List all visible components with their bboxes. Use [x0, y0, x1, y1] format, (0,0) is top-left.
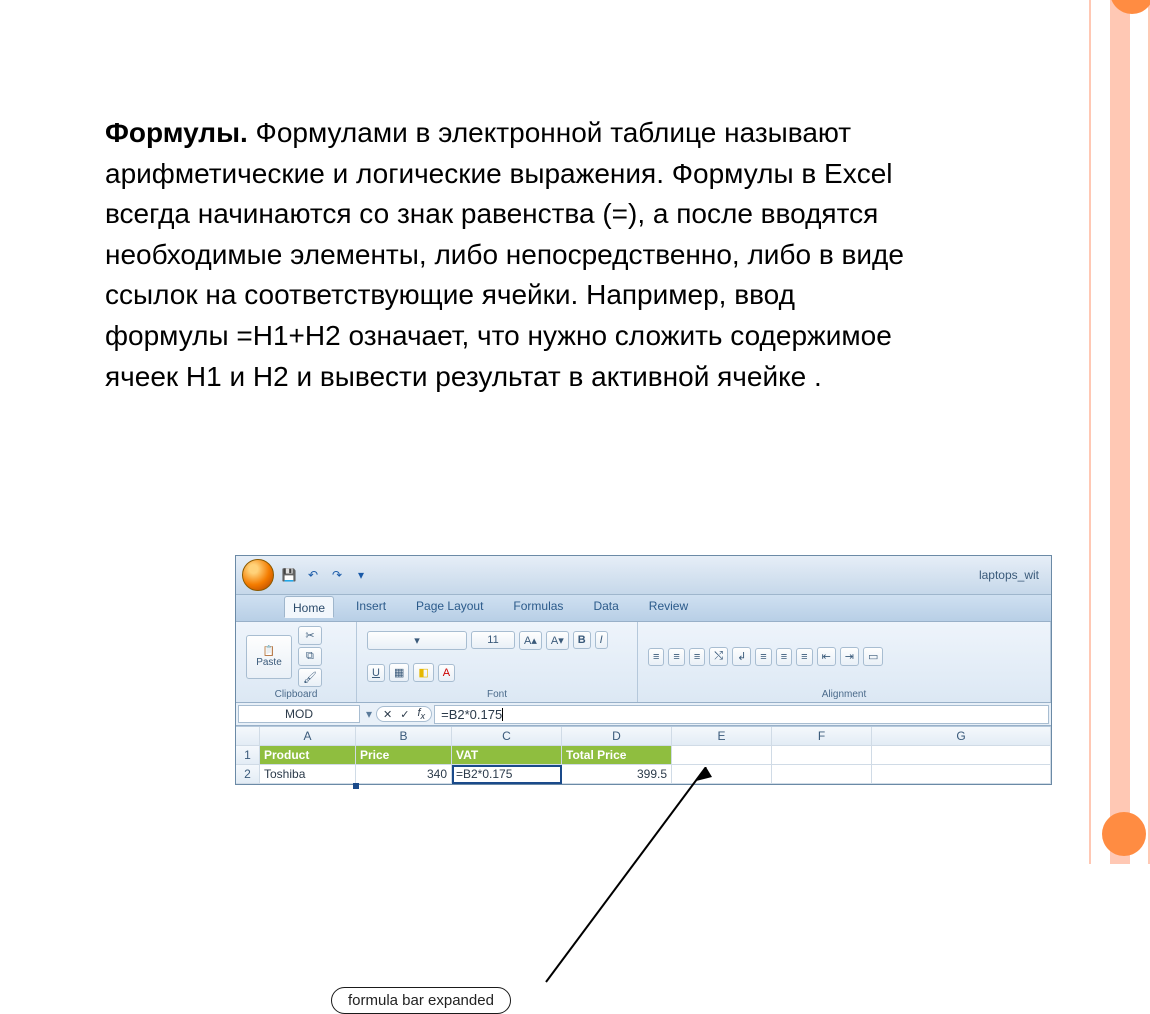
namebox-dropdown-icon[interactable]: ▾: [362, 707, 376, 721]
border-icon[interactable]: ▦: [389, 663, 409, 682]
col-D[interactable]: D: [562, 727, 672, 746]
callout-arrow: [536, 767, 836, 997]
alignment-label: Alignment: [648, 689, 1040, 700]
tab-insert[interactable]: Insert: [348, 595, 394, 617]
cell-F2[interactable]: [772, 765, 872, 784]
bold-icon[interactable]: B: [573, 631, 591, 649]
fx-icon[interactable]: fx: [417, 707, 425, 721]
cell-D2[interactable]: 399.5: [562, 765, 672, 784]
font-color-icon[interactable]: A: [438, 664, 455, 682]
excel-screenshot: 💾 ↶ ↷ ▾ laptops_wit Home Insert Page Lay…: [235, 555, 1052, 785]
row-1-head[interactable]: 1: [236, 746, 260, 765]
increase-font-icon[interactable]: A▴: [519, 631, 542, 650]
ribbon-tabs: Home Insert Page Layout Formulas Data Re…: [236, 595, 1051, 622]
group-clipboard: 📋 Paste ✂ ⧉ 🖌 Clipboard: [236, 622, 357, 702]
select-all-cell[interactable]: [236, 727, 260, 746]
table-row: 1 Product Price VAT Total Price: [236, 746, 1051, 765]
align-bottom-icon[interactable]: ≡: [689, 648, 705, 666]
selection-handle-icon: [353, 783, 359, 789]
paragraph: Формулы. Формулами в электронной таблице…: [105, 113, 925, 397]
formula-bar: MOD ▾ ✕ ✓ fx =B2*0.175: [236, 703, 1051, 726]
format-painter-icon[interactable]: 🖌: [298, 668, 322, 687]
dropdown-icon[interactable]: ▾: [352, 566, 370, 584]
table-row: 2 Toshiba 340 =B2*0.175 399.5: [236, 765, 1051, 784]
cell-C1[interactable]: VAT: [452, 746, 562, 765]
undo-icon[interactable]: ↶: [304, 566, 322, 584]
font-label: Font: [367, 689, 627, 700]
tab-formulas[interactable]: Formulas: [505, 595, 571, 617]
orientation-icon[interactable]: ⤭: [709, 647, 728, 666]
save-icon[interactable]: 💾: [280, 566, 298, 584]
cell-B2[interactable]: 340: [356, 765, 452, 784]
slide-body: Формулы. Формулами в электронной таблице…: [0, 0, 1150, 397]
cell-A1[interactable]: Product: [260, 746, 356, 765]
clipboard-icon: 📋: [263, 646, 275, 657]
align-left-icon[interactable]: ≡: [755, 648, 771, 666]
column-headers: A B C D E F G: [236, 727, 1051, 746]
body-text: Формулами в электронной таблице называют…: [105, 117, 904, 392]
cut-icon[interactable]: ✂: [298, 626, 322, 645]
group-font: ▾ 11 A▴ A▾ B I U ▦ ◧ A Font: [357, 622, 638, 702]
decrease-indent-icon[interactable]: ⇤: [817, 647, 836, 666]
enter-icon[interactable]: ✓: [400, 708, 409, 721]
formula-controls: ✕ ✓ fx: [376, 706, 432, 722]
col-C[interactable]: C: [452, 727, 562, 746]
copy-icon[interactable]: ⧉: [298, 647, 322, 666]
row-2-head[interactable]: 2: [236, 765, 260, 784]
tab-page-layout[interactable]: Page Layout: [408, 595, 491, 617]
office-button-icon[interactable]: [242, 559, 274, 591]
cell-E2[interactable]: [672, 765, 772, 784]
heading-word: Формулы.: [105, 117, 248, 148]
decrease-font-icon[interactable]: A▾: [546, 631, 569, 650]
col-E[interactable]: E: [672, 727, 772, 746]
col-G[interactable]: G: [872, 727, 1051, 746]
fill-color-icon[interactable]: ◧: [413, 663, 433, 682]
align-center-icon[interactable]: ≡: [776, 648, 792, 666]
name-box[interactable]: MOD: [238, 705, 360, 723]
wrap-text-icon[interactable]: ↲: [732, 647, 751, 666]
ribbon: 📋 Paste ✂ ⧉ 🖌 Clipboard ▾ 11 A▴ A▾ B I U: [236, 622, 1051, 703]
worksheet-grid: A B C D E F G 1 Product Price VAT Total …: [236, 726, 1051, 784]
formula-input[interactable]: =B2*0.175: [434, 705, 1049, 724]
tab-data[interactable]: Data: [585, 595, 626, 617]
tab-review[interactable]: Review: [641, 595, 696, 617]
cell-F1[interactable]: [772, 746, 872, 765]
redo-icon[interactable]: ↷: [328, 566, 346, 584]
tab-home[interactable]: Home: [284, 596, 334, 618]
cell-D1[interactable]: Total Price: [562, 746, 672, 765]
italic-icon[interactable]: I: [595, 631, 608, 649]
formula-text: =B2*0.175: [441, 707, 502, 722]
accent-circle-bottom: [1102, 812, 1146, 856]
paste-label: Paste: [256, 657, 282, 668]
underline-icon[interactable]: U: [367, 664, 385, 682]
cell-B1[interactable]: Price: [356, 746, 452, 765]
align-middle-icon[interactable]: ≡: [668, 648, 684, 666]
cell-G2[interactable]: [872, 765, 1051, 784]
accent-stripe: [1089, 0, 1150, 864]
font-name-select[interactable]: ▾: [367, 631, 467, 650]
col-B[interactable]: B: [356, 727, 452, 746]
cell-C2-active[interactable]: =B2*0.175: [452, 765, 562, 784]
col-F[interactable]: F: [772, 727, 872, 746]
paste-button[interactable]: 📋 Paste: [246, 635, 292, 679]
text-caret: [502, 708, 503, 721]
callout-bubble: formula bar expanded: [331, 987, 511, 1014]
font-size-select[interactable]: 11: [471, 631, 515, 649]
cell-A2[interactable]: Toshiba: [260, 765, 356, 784]
clipboard-label: Clipboard: [246, 689, 346, 700]
excel-titlebar: 💾 ↶ ↷ ▾ laptops_wit: [236, 556, 1051, 595]
cancel-icon[interactable]: ✕: [383, 708, 392, 721]
merge-icon[interactable]: ▭: [863, 647, 883, 666]
cell-E1[interactable]: [672, 746, 772, 765]
group-alignment: ≡ ≡ ≡ ⤭ ↲ ≡ ≡ ≡ ⇤ ⇥ ▭ Alignment: [638, 622, 1051, 702]
col-A[interactable]: A: [260, 727, 356, 746]
cell-G1[interactable]: [872, 746, 1051, 765]
workbook-title: laptops_wit: [376, 568, 1045, 582]
align-top-icon[interactable]: ≡: [648, 648, 664, 666]
align-right-icon[interactable]: ≡: [796, 648, 812, 666]
increase-indent-icon[interactable]: ⇥: [840, 647, 859, 666]
